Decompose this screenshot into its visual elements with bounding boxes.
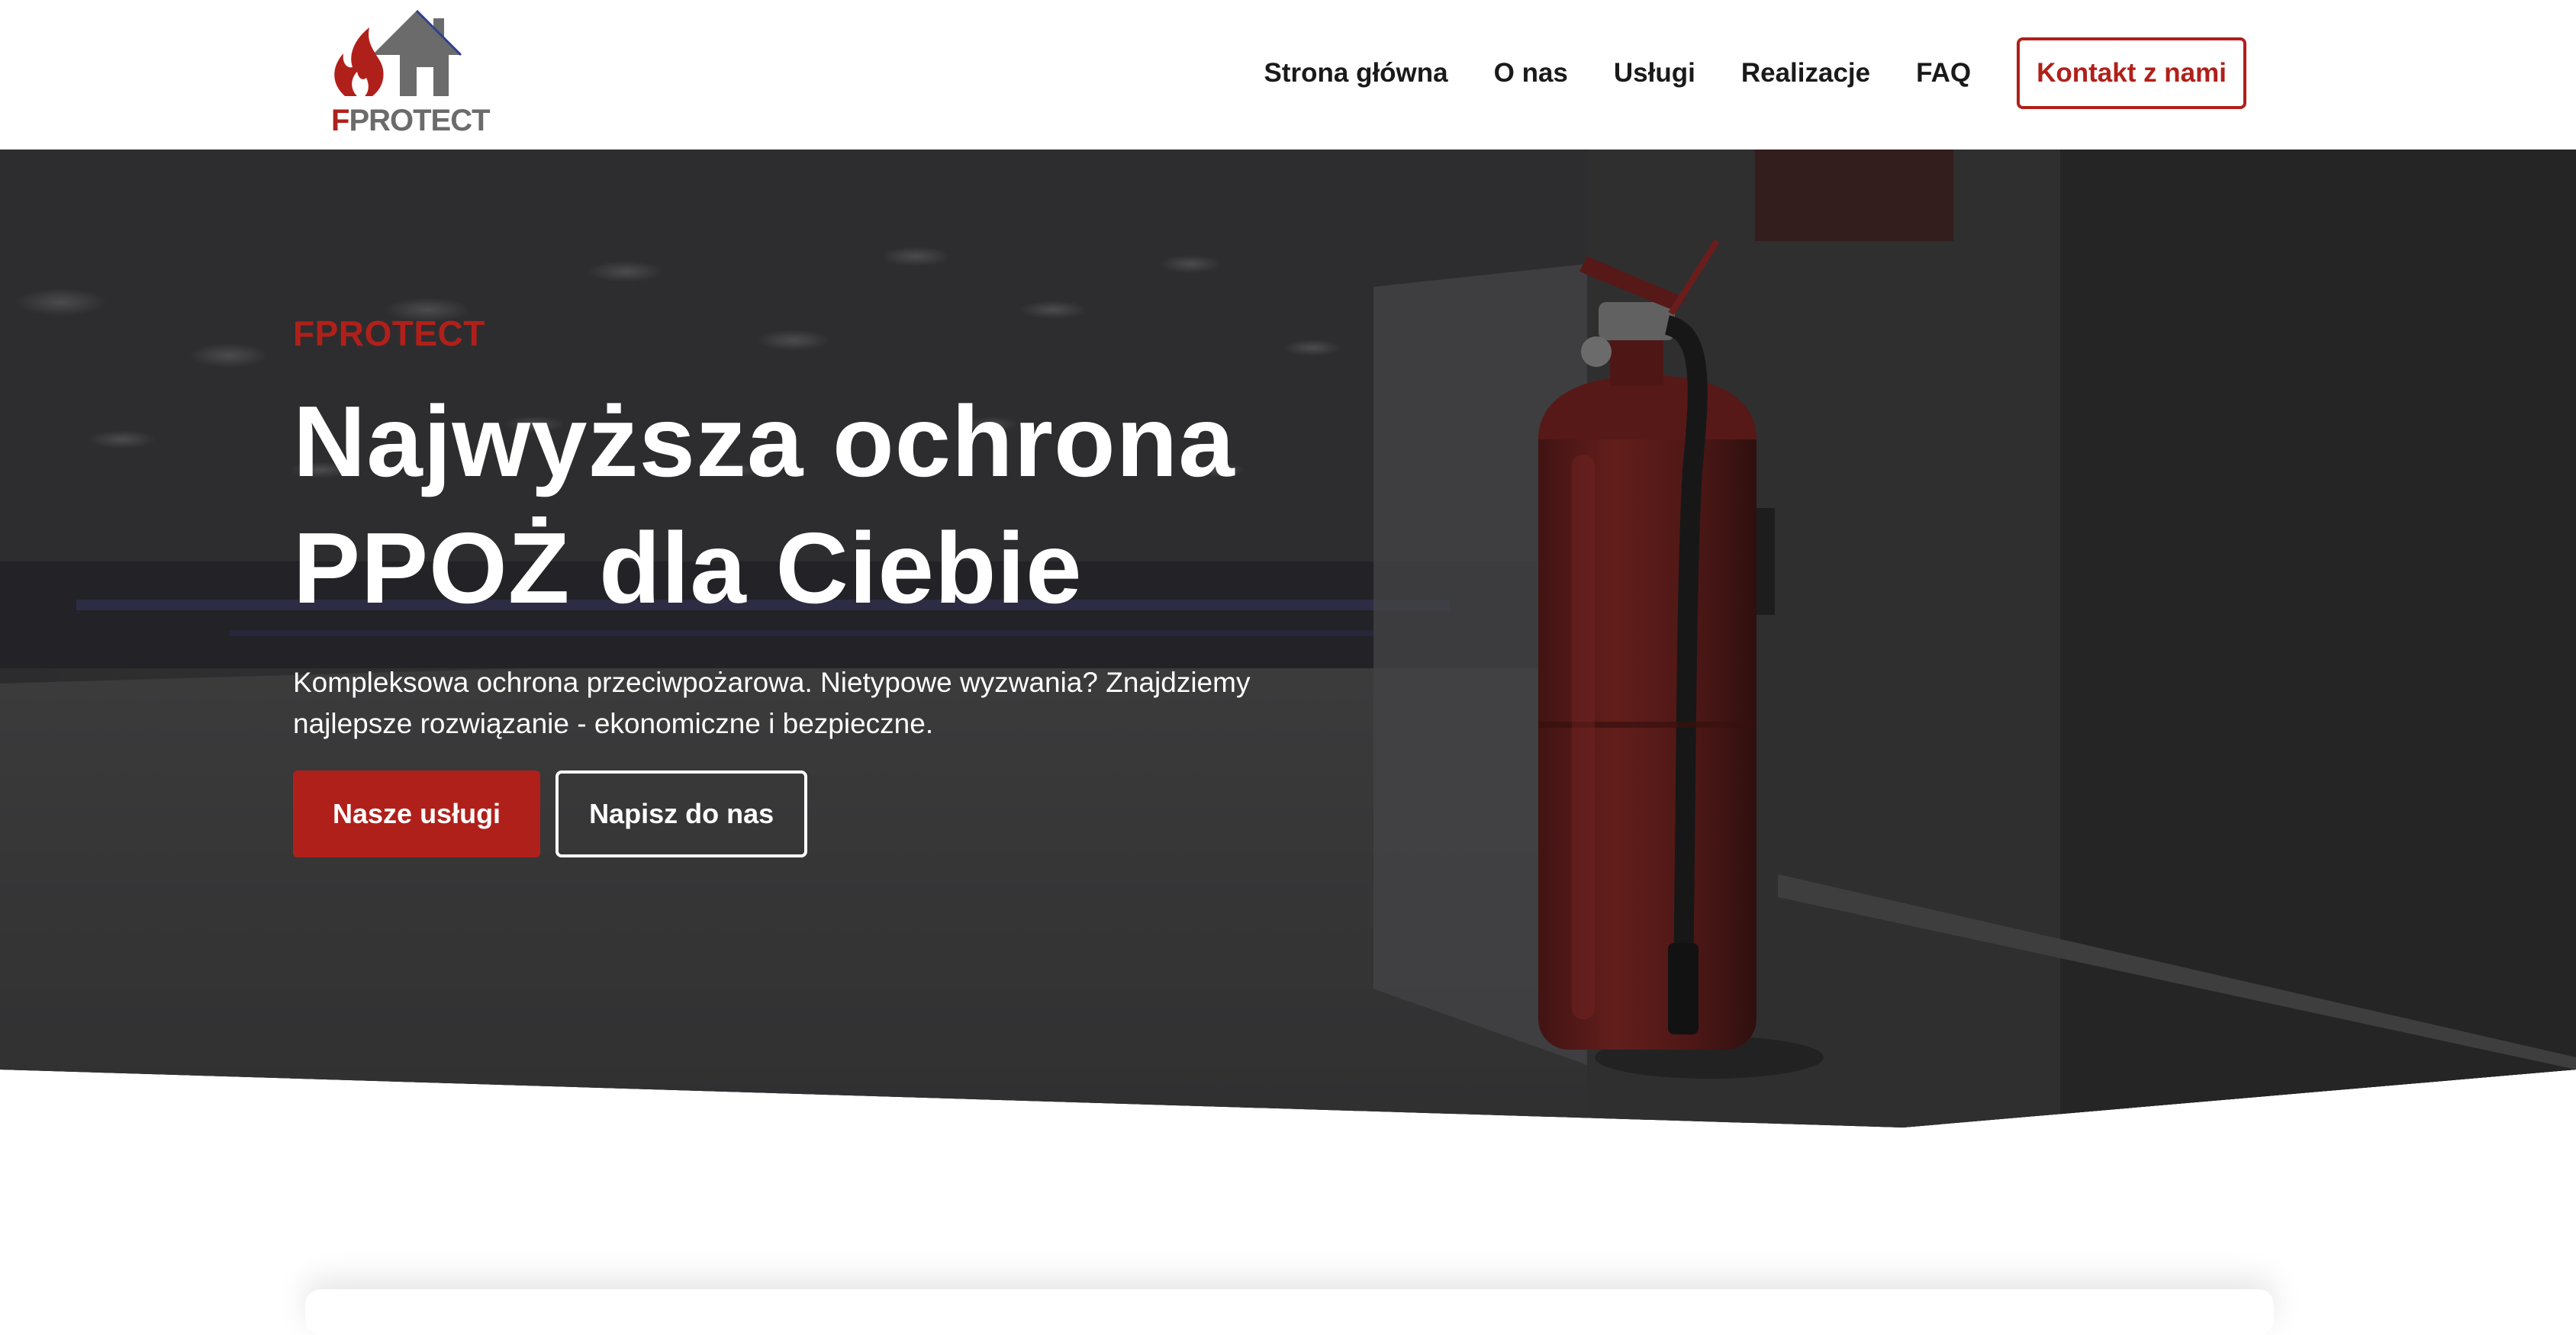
hero-cta-row: Nasze usługi Napisz do nas: [293, 770, 1361, 857]
hero-headline-line1: Najwyższa ochrona: [293, 385, 1235, 497]
hero-lead-line1: Kompleksowa ochrona przeciwpożarowa. Nie…: [293, 667, 1251, 698]
main-nav: Strona główna O nas Usługi Realizacje FA…: [1264, 37, 2246, 110]
content-card-top-edge: [305, 1289, 2274, 1335]
nav-item-about[interactable]: O nas: [1494, 58, 1568, 88]
hero-headline-line2: PPOŻ dla Ciebie: [293, 512, 1083, 624]
nav-item-projects[interactable]: Realizacje: [1741, 58, 1870, 88]
logo-wordmark-rest: PROTECT: [349, 104, 490, 137]
hero-eyebrow: FPROTECT: [293, 314, 485, 353]
nav-item-services[interactable]: Usługi: [1614, 58, 1695, 88]
hero-lead-line2: najlepsze rozwiązanie - ekonomiczne i be…: [293, 708, 934, 739]
write-to-us-button[interactable]: Napisz do nas: [555, 770, 808, 857]
contact-button[interactable]: Kontakt z nami: [2017, 37, 2246, 109]
services-button[interactable]: Nasze usługi: [293, 770, 541, 857]
nav-item-home[interactable]: Strona główna: [1264, 58, 1448, 88]
site-header: FPROTECT Strona główna O nas Usługi Real…: [0, 0, 2576, 150]
hero-content: FPROTECT Najwyższa ochrona PPOŻ dla Cieb…: [293, 316, 1361, 857]
logo-wordmark-first: F: [331, 104, 349, 137]
hero-section: FPROTECT Najwyższa ochrona PPOŻ dla Cieb…: [0, 150, 2576, 1128]
nav-item-faq[interactable]: FAQ: [1916, 58, 1971, 88]
logo-wordmark: FPROTECT: [331, 104, 491, 137]
hero-lead: Kompleksowa ochrona przeciwpożarowa. Nie…: [293, 662, 1300, 745]
hero-headline: Najwyższa ochrona PPOŻ dla Ciebie: [293, 378, 1361, 632]
site-logo[interactable]: FPROTECT: [327, 8, 491, 142]
house-flame-icon: [334, 9, 462, 96]
